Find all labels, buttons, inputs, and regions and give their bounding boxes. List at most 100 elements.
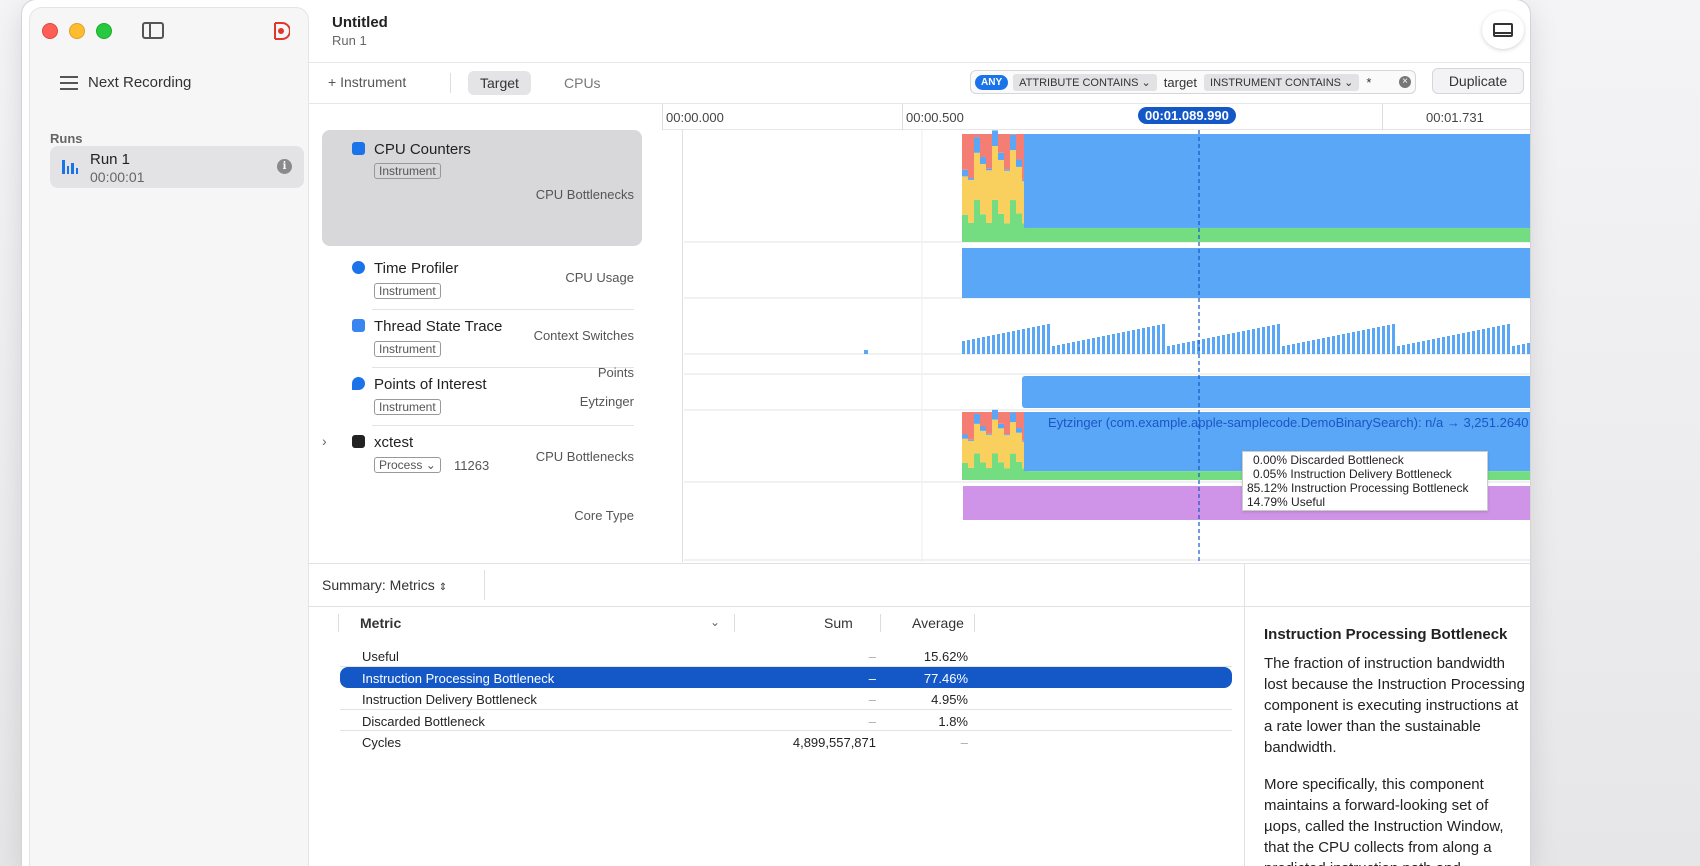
instrument-contains-chip[interactable]: INSTRUMENT CONTAINS ⌄ — [1204, 73, 1360, 91]
updown-chevron-icon: ⇕ — [438, 582, 448, 593]
cpu-counters-processing-segment — [986, 168, 992, 171]
column-metric[interactable]: Metric — [360, 615, 401, 631]
track-time-profiler[interactable]: Time Profiler Instrument CPU Usage — [322, 252, 642, 310]
target-tab[interactable]: Target — [468, 71, 531, 95]
xctest-bottlenecks-useful-segment — [986, 468, 992, 480]
info-icon[interactable]: i — [277, 159, 292, 174]
sort-chevron-icon[interactable]: ⌄ — [710, 615, 720, 629]
filter-field[interactable]: ANY ATTRIBUTE CONTAINS ⌄ target INSTRUME… — [970, 70, 1416, 94]
track-points-of-interest[interactable]: Points of Interest Instrument Points Eyt… — [322, 365, 642, 426]
xctest-bottlenecks-useful-segment — [980, 462, 986, 480]
cpu-counters-delivery-segment — [1004, 170, 1010, 224]
cpus-tab[interactable]: CPUs — [564, 75, 601, 91]
context-switch-bar — [1212, 337, 1215, 354]
filter-value-wildcard[interactable]: * — [1364, 75, 1373, 90]
context-switch-bar — [1227, 334, 1230, 354]
inspector-divider[interactable] — [1244, 563, 1245, 866]
minimize-icon[interactable] — [69, 23, 85, 39]
cpu-counters-processing-segment — [992, 130, 998, 146]
context-switch-bar — [1392, 324, 1395, 354]
sidebar-toggle-icon[interactable] — [142, 22, 164, 39]
record-icon[interactable] — [272, 21, 290, 41]
track-thread-state-trace[interactable]: Thread State Trace Instrument Context Sw… — [322, 310, 642, 368]
context-switch-bar — [1092, 338, 1095, 354]
filter-value-target[interactable]: target — [1162, 75, 1199, 90]
cpu-counters-delivery-segment — [1016, 166, 1022, 214]
column-average[interactable]: Average — [912, 615, 964, 631]
cell-metric: Useful — [362, 649, 399, 664]
sidebar: Next Recording Runs Run 1 00:00:01 i — [30, 8, 308, 866]
context-switch-bar — [1302, 342, 1305, 354]
xctest-bottlenecks-processing-segment — [968, 439, 974, 441]
bottom-panel-toggle-button[interactable] — [1482, 11, 1524, 49]
context-switch-bar — [1207, 338, 1210, 354]
context-switch-bar — [1232, 333, 1235, 354]
xctest-bottlenecks-useful-segment — [974, 453, 980, 480]
cell-metric: Instruction Delivery Bottleneck — [362, 692, 537, 707]
cpu-counters-processing-segment — [974, 137, 980, 153]
table-row[interactable]: Instruction Delivery Bottleneck – 4.95% — [340, 688, 1232, 710]
context-switch-bar — [977, 338, 980, 354]
table-row[interactable]: Useful – 15.62% — [340, 645, 1232, 667]
cpu-counters-useful-segment — [986, 222, 992, 242]
context-switch-bar — [1292, 344, 1295, 354]
run-item[interactable]: Run 1 00:00:01 i — [50, 146, 304, 188]
table-row[interactable]: Cycles 4,899,557,871 – — [340, 731, 1232, 753]
track-cpu-counters[interactable]: CPU Counters Instrument CPU Bottlenecks — [322, 130, 642, 246]
context-switch-bar — [1457, 334, 1460, 354]
cpu-counters-processing-segment — [962, 169, 968, 177]
playhead-time-badge[interactable]: 00:01.089.990 — [1138, 107, 1236, 124]
column-sum[interactable]: Sum — [824, 615, 853, 631]
zoom-icon[interactable] — [96, 23, 112, 39]
context-switch-bar — [1007, 332, 1010, 354]
cpu-counters-discarded-segment — [974, 134, 980, 138]
xctest-bottlenecks-discarded-segment — [968, 412, 974, 440]
summary-selector[interactable]: Summary: Metrics ⇕ — [322, 577, 447, 593]
next-recording-button[interactable]: Next Recording — [60, 74, 191, 91]
attribute-contains-chip[interactable]: ATTRIBUTE CONTAINS ⌄ — [1013, 73, 1157, 91]
process-id: 11263 — [454, 458, 490, 473]
cpu-counters-delivery-segment — [974, 152, 980, 200]
xctest-bottlenecks-delivery-segment — [962, 438, 968, 463]
context-switch-bar — [1377, 327, 1380, 354]
context-switch-bar — [1362, 330, 1365, 354]
process-badge[interactable]: Process ⌄ — [374, 457, 441, 473]
context-switch-bar — [1157, 325, 1160, 354]
xctest-bottlenecks-discarded-segment — [962, 412, 968, 435]
context-switch-bar — [1162, 324, 1165, 354]
context-switch-bar — [1052, 346, 1055, 354]
context-switch-bar — [1257, 328, 1260, 354]
add-instrument-button[interactable]: + Instrument — [328, 74, 406, 90]
tooltip-line: 0.00% Discarded Bottleneck — [1253, 453, 1404, 467]
table-row[interactable]: Discarded Bottleneck – 1.8% — [340, 710, 1232, 731]
xctest-bottlenecks-delivery-segment — [1004, 435, 1010, 469]
cpu-counters-processing-segment — [1004, 169, 1010, 171]
context-switch-bar — [1297, 343, 1300, 354]
filter-any-chip[interactable]: ANY — [975, 74, 1009, 90]
context-switch-bar — [1217, 336, 1220, 354]
time-ruler[interactable]: 00:00.000 00:00.500 00:01.731 00:01.089.… — [662, 104, 1530, 130]
cpu-counters-useful-segment — [1016, 213, 1022, 242]
table-row-selected[interactable]: Instruction Processing Bottleneck – 77.4… — [340, 666, 1232, 688]
poi-interval-label[interactable]: Eytzinger (com.example.apple-samplecode.… — [1042, 410, 1530, 436]
track-divider[interactable] — [682, 130, 683, 562]
disclosure-chevron-icon[interactable]: › — [322, 433, 327, 449]
context-switch-bar — [1192, 341, 1195, 354]
cell-average: 4.95% — [931, 692, 968, 707]
context-switch-bar — [1202, 339, 1205, 354]
cpu-counters-processing-segment — [998, 152, 1004, 161]
duplicate-button[interactable]: Duplicate — [1432, 68, 1524, 94]
metrics-table: Useful – 15.62% Instruction Processing B… — [340, 645, 1232, 753]
track-metric: CPU Usage — [565, 270, 634, 285]
clear-filter-icon[interactable]: × — [1399, 76, 1411, 88]
inspector-title: Instruction Processing Bottleneck — [1264, 626, 1508, 643]
toolbar-divider — [450, 73, 451, 93]
track-xctest[interactable]: › xctest Process ⌄ 11263 CPU Bottlenecks… — [322, 426, 642, 546]
cpu-counters-discarded-segment — [1010, 134, 1016, 135]
close-icon[interactable] — [42, 23, 58, 39]
xctest-bottlenecks-useful-segment — [998, 462, 1004, 480]
context-switch-bar — [1037, 326, 1040, 354]
cell-sum: – — [868, 692, 876, 707]
context-switch-bar — [1492, 327, 1495, 354]
cpu-counters-discarded-segment — [1004, 134, 1010, 170]
